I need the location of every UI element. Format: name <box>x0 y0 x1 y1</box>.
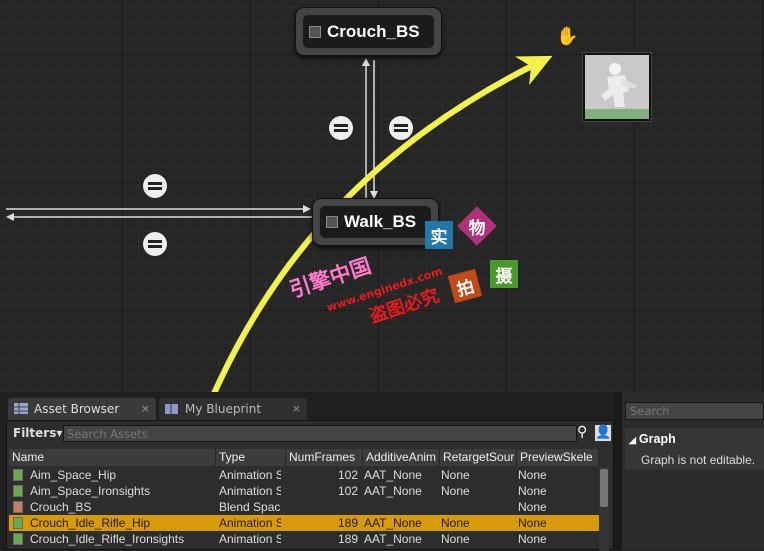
state-icon <box>326 216 338 228</box>
asset-retarget: None <box>441 484 470 498</box>
asset-preview: None <box>518 500 547 514</box>
asset-row[interactable]: Crouch_BS Blend Spac None <box>9 499 599 515</box>
column-header-numframes[interactable]: NumFrames <box>286 449 363 466</box>
asset-name: Crouch_Idle_Rifle_Ironsights <box>30 532 185 546</box>
asset-browser-panel: Filters▾ ⚲ 👤 Name Type NumFrames Additiv… <box>6 420 614 551</box>
filters-button[interactable]: Filters▾ <box>13 426 62 440</box>
graph-note: Graph is not editable. <box>625 450 764 470</box>
asset-row[interactable]: Crouch_Idle_Rifle_Ironsights Animation S… <box>9 531 599 547</box>
graph-section-title: Graph <box>638 432 676 446</box>
tab-my-blueprint[interactable]: My Blueprint × <box>159 398 307 420</box>
asset-numframes: 102 <box>337 484 358 498</box>
collapse-arrow-icon: ◢ <box>629 435 636 445</box>
asset-name: Crouch_Idle_Rifle_Hip <box>30 516 151 530</box>
book-icon <box>165 404 178 414</box>
close-icon[interactable]: × <box>141 402 150 415</box>
search-icon[interactable]: ⚲ <box>577 424 587 440</box>
transition-rule-icon[interactable] <box>143 174 167 198</box>
column-header-row: Name Type NumFrames AdditiveAnim Retarge… <box>9 449 599 466</box>
asset-retarget: None <box>441 516 470 530</box>
asset-preview: None <box>518 516 547 530</box>
search-assets-input[interactable] <box>63 425 577 442</box>
asset-retarget: None <box>441 468 470 482</box>
column-header-type[interactable]: Type <box>216 449 286 466</box>
column-header-retarget[interactable]: RetargetSour <box>440 449 517 466</box>
watermark-badge: 实 <box>425 221 453 249</box>
character-figure-icon <box>585 63 649 119</box>
asset-numframes: 189 <box>337 516 358 530</box>
user-icon[interactable]: 👤 <box>595 425 611 441</box>
state-machine-graph[interactable]: Crouch_BS Walk_BS ✋ 实 物 拍 摄 引擎中国 www.eng… <box>0 0 764 392</box>
blend-space-asset-icon <box>13 501 23 513</box>
scrollbar-thumb[interactable] <box>600 469 608 507</box>
animation-asset-icon <box>13 485 23 497</box>
asset-additive: AAT_None <box>364 532 422 546</box>
asset-type: Animation S <box>219 532 281 546</box>
state-label: Crouch_BS <box>327 21 420 41</box>
asset-preview: None <box>518 468 547 482</box>
asset-additive: AAT_None <box>364 468 422 482</box>
asset-row[interactable]: Aim_Space_Hip Animation S 102 AAT_None N… <box>9 467 599 483</box>
asset-preview: None <box>518 484 547 498</box>
asset-list-scrollbar[interactable] <box>599 467 609 551</box>
asset-row[interactable]: Aim_Space_Ironsights Animation S 102 AAT… <box>9 483 599 499</box>
watermark-badge-text: 物 <box>468 218 486 239</box>
column-header-name[interactable]: Name <box>9 449 216 466</box>
animation-asset-icon <box>13 517 23 529</box>
asset-type: Animation S <box>219 468 281 482</box>
state-node-crouch-bs[interactable]: Crouch_BS <box>296 8 441 55</box>
state-node-walk-bs[interactable]: Walk_BS <box>313 199 438 245</box>
asset-type: Animation S <box>219 484 281 498</box>
close-icon[interactable]: × <box>292 402 301 415</box>
column-header-additive[interactable]: AdditiveAnim <box>363 449 440 466</box>
tab-asset-browser[interactable]: Asset Browser × <box>8 398 156 420</box>
animation-asset-icon <box>13 469 23 481</box>
asset-type: Blend Spac <box>219 500 281 514</box>
asset-row-selected[interactable]: Crouch_Idle_Rifle_Hip Animation S 189 AA… <box>9 515 599 531</box>
details-search-input[interactable] <box>625 402 764 420</box>
asset-numframes: 102 <box>337 468 358 482</box>
hand-cursor-icon: ✋ <box>556 26 579 47</box>
state-icon <box>309 25 321 38</box>
asset-additive: AAT_None <box>364 516 422 530</box>
transition-rule-icon[interactable] <box>389 116 413 140</box>
animation-asset-icon <box>13 533 23 545</box>
asset-type: Animation S <box>219 516 281 530</box>
column-header-preview[interactable]: PreviewSkele <box>517 449 599 466</box>
asset-additive: AAT_None <box>364 484 422 498</box>
graph-section-header[interactable]: ◢ Graph <box>625 428 764 450</box>
asset-name: Aim_Space_Hip <box>30 468 117 482</box>
animation-preview-thumbnail <box>583 53 651 121</box>
transition-rule-icon[interactable] <box>329 116 353 140</box>
panel-splitter[interactable] <box>614 392 622 550</box>
tab-label: Asset Browser <box>34 402 120 416</box>
asset-preview: None <box>518 532 547 546</box>
asset-retarget: None <box>441 532 470 546</box>
watermark-badge: 摄 <box>490 260 518 288</box>
tab-label: My Blueprint <box>185 402 262 416</box>
transition-rule-icon[interactable] <box>143 232 167 256</box>
asset-name: Crouch_BS <box>30 500 92 514</box>
asset-name: Aim_Space_Ironsights <box>30 484 151 498</box>
grid-icon <box>14 403 28 414</box>
asset-numframes: 189 <box>337 532 358 546</box>
details-panel: ◢Graph Graph is not editable. <box>622 392 764 550</box>
state-label: Walk_BS <box>344 212 417 231</box>
